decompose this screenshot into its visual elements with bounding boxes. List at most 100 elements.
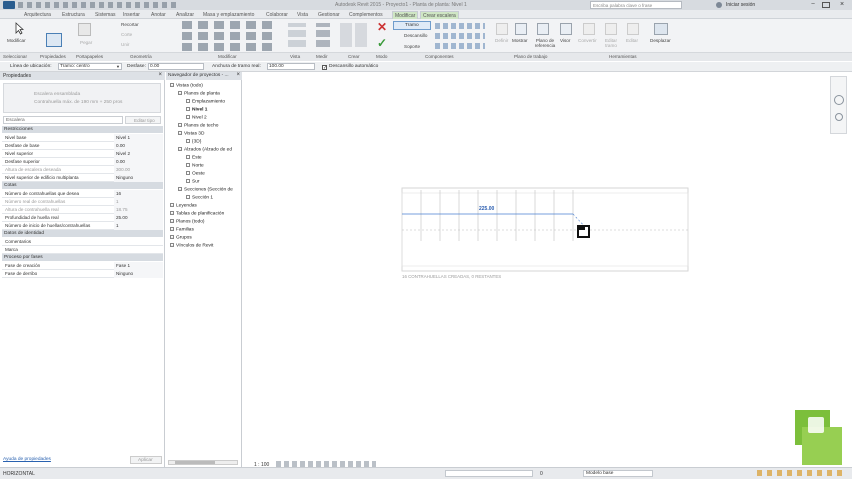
property-value[interactable]: Ninguno: [114, 270, 163, 278]
browser-item[interactable]: - Grupos: [170, 235, 192, 240]
create-tools[interactable]: [340, 23, 370, 47]
property-value[interactable]: Fase 1: [114, 262, 163, 270]
user-icon[interactable]: [716, 2, 722, 8]
design-options-field[interactable]: Modelo base: [583, 470, 653, 477]
anchura-input[interactable]: 100.00: [267, 63, 315, 70]
property-section[interactable]: Datos de identidad: [2, 230, 163, 237]
convertir-icon[interactable]: [583, 23, 595, 35]
property-value[interactable]: 0.00: [114, 142, 163, 150]
linea-ubicacion-select[interactable]: Tramo: centro ▼: [58, 63, 122, 70]
plano-referencia-icon[interactable]: [537, 23, 549, 35]
browser-item[interactable]: Norte: [186, 163, 204, 168]
browser-item[interactable]: - Planos (todo): [170, 219, 205, 224]
browser-item[interactable]: Nivel 2: [186, 115, 207, 120]
shape-tools[interactable]: [435, 22, 485, 49]
desfase-input[interactable]: 0.00: [148, 63, 204, 70]
property-value[interactable]: 16: [114, 190, 163, 198]
search-input[interactable]: Escriba palabra clave o frase: [590, 1, 682, 9]
property-section[interactable]: Proceso por fases: [2, 254, 163, 261]
drawing-canvas[interactable]: 225.00 16 CONTRAHUELLAS CREADAS, 0 RESTA…: [243, 72, 852, 467]
browser-item[interactable]: - Leyendas: [170, 203, 197, 208]
view-tools[interactable]: [288, 23, 306, 47]
soporte-label[interactable]: Soporte: [404, 44, 420, 49]
definir-icon[interactable]: [496, 23, 508, 35]
apply-button[interactable]: Aplicar: [130, 456, 162, 464]
browser-item[interactable]: Nivel 1: [186, 107, 207, 112]
browser-item[interactable]: - Planos de techo: [178, 123, 218, 128]
browser-item[interactable]: - Planos de planta: [178, 91, 220, 96]
property-section[interactable]: Restricciones: [2, 126, 163, 133]
unir-label[interactable]: Unir: [121, 42, 129, 47]
scroll-thumb[interactable]: [175, 461, 215, 464]
close-icon[interactable]: ×: [236, 72, 240, 78]
browser-item[interactable]: Sur: [186, 179, 199, 184]
cancel-edit-icon[interactable]: ✕: [377, 21, 387, 33]
browser-item[interactable]: - Vistas 3D: [178, 131, 204, 136]
tab-insertar[interactable]: Insertar: [123, 11, 140, 19]
property-value[interactable]: 25.00: [114, 214, 163, 222]
property-row[interactable]: Comentarios: [2, 238, 163, 246]
editar-icon[interactable]: [627, 23, 639, 35]
mostrar-icon[interactable]: [515, 23, 527, 35]
maximize-button[interactable]: [822, 2, 830, 8]
tab-anotar[interactable]: Anotar: [151, 11, 166, 19]
tab-gestionar[interactable]: Gestionar: [318, 11, 340, 19]
expand-icon[interactable]: -: [170, 227, 174, 231]
tab-estructura[interactable]: Estructura: [62, 11, 85, 19]
property-value[interactable]: Nivel 2: [114, 150, 163, 158]
tab-masa[interactable]: Masa y emplazamiento: [203, 11, 254, 19]
measure-tool-icon[interactable]: [316, 23, 330, 47]
expand-icon[interactable]: -: [170, 235, 174, 239]
tab-analizar[interactable]: Analizar: [176, 11, 194, 19]
workset-field[interactable]: [445, 470, 533, 477]
browser-item[interactable]: - Vistas (todo): [170, 83, 203, 88]
property-value[interactable]: 18.75: [114, 206, 163, 214]
property-row[interactable]: Número real de contrahuellas 1: [2, 198, 163, 206]
navigation-bar[interactable]: [830, 76, 847, 134]
property-row[interactable]: Desfase de base 0.00: [2, 142, 163, 150]
property-row[interactable]: Marca: [2, 246, 163, 254]
browser-item[interactable]: - Tablas de planificación: [170, 211, 224, 216]
expand-icon[interactable]: -: [170, 243, 174, 247]
expand-icon[interactable]: -: [178, 147, 182, 151]
pegar-label[interactable]: Pegar: [80, 40, 92, 45]
property-value[interactable]: 300.00: [114, 166, 163, 174]
instance-filter-select[interactable]: Escalera: [3, 116, 123, 124]
convertir-label[interactable]: Convertir: [578, 38, 597, 43]
property-row[interactable]: Número de contrahuellas que desea 16: [2, 190, 163, 198]
browser-item[interactable]: {3D}: [186, 139, 201, 144]
quick-access-toolbar[interactable]: [18, 2, 178, 8]
property-value[interactable]: 0.00: [114, 158, 163, 166]
zoom-icon[interactable]: [835, 113, 843, 121]
editar-tramo-icon[interactable]: [605, 23, 617, 35]
browser-item[interactable]: Sección 1: [186, 195, 213, 200]
property-row[interactable]: Altura de escalera deseada 300.00: [2, 166, 163, 174]
property-row[interactable]: Fase de creación Fase 1: [2, 262, 163, 270]
mostrar-label[interactable]: Mostrar: [512, 38, 528, 43]
view-control-icons[interactable]: [276, 461, 376, 467]
expand-icon[interactable]: -: [178, 91, 182, 95]
expand-icon[interactable]: -: [170, 83, 174, 87]
property-row[interactable]: Fase de derribo Ninguno: [2, 270, 163, 278]
property-row[interactable]: Nivel base Nivel 1: [2, 134, 163, 142]
steering-wheel-icon[interactable]: [834, 95, 844, 105]
browser-item[interactable]: - Familias: [170, 227, 194, 232]
property-value[interactable]: 1: [114, 222, 163, 230]
expand-icon[interactable]: -: [170, 219, 174, 223]
browser-scrollbar[interactable]: [168, 460, 238, 465]
close-button[interactable]: ×: [836, 1, 848, 9]
descansillo-label[interactable]: Descansillo: [404, 33, 428, 38]
browser-item[interactable]: - Vínculos de Revit: [170, 243, 213, 248]
temp-dimension-label[interactable]: 225.00: [479, 206, 494, 212]
plano-referencia-label[interactable]: Plano de referencia: [532, 38, 558, 48]
close-icon[interactable]: ×: [158, 72, 162, 78]
editar-label[interactable]: Editar: [626, 38, 638, 43]
property-row[interactable]: Altura de contrahuella real 18.75: [2, 206, 163, 214]
help-link[interactable]: Ayuda de propiedades: [3, 457, 51, 462]
desplazar-icon[interactable]: [654, 23, 668, 35]
expand-icon[interactable]: -: [170, 211, 174, 215]
tab-arquitectura[interactable]: Arquitectura: [24, 11, 51, 19]
type-selector[interactable]: Escalera ensamblada Contrahuella máx. de…: [3, 83, 161, 113]
tab-complementos[interactable]: Complementos: [349, 11, 383, 19]
browser-item[interactable]: Este: [186, 155, 202, 160]
